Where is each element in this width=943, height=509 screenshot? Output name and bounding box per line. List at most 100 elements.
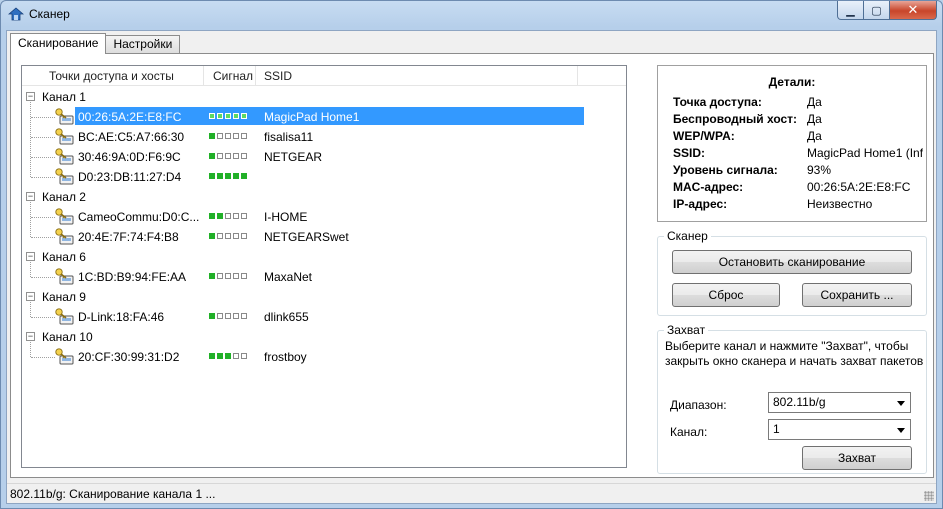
channel-node[interactable]: − Канал 1 — [22, 87, 626, 107]
signal-bar — [233, 273, 239, 279]
channel-select-value: 1 — [773, 422, 780, 436]
tree-connector — [31, 117, 55, 118]
host-mac: D-Link:18:FA:46 — [78, 310, 165, 324]
channel-node[interactable]: − Канал 9 — [22, 287, 626, 307]
channel-label: Канал 2 — [42, 190, 86, 204]
capture-group: Захват Выберите канал и нажмите "Захват"… — [657, 323, 927, 474]
channel-select[interactable]: 1 — [768, 419, 911, 440]
channel-node[interactable]: − Канал 2 — [22, 187, 626, 207]
signal-bar — [233, 113, 239, 119]
host-row[interactable]: D-Link:18:FA:46 dlink655 — [22, 307, 626, 327]
signal-strength — [209, 153, 249, 159]
signal-bar — [217, 273, 223, 279]
signal-bar — [217, 233, 223, 239]
detail-row: IP-адрес: Неизвестно — [673, 197, 923, 214]
signal-bar — [225, 213, 231, 219]
maximize-icon: ▢ — [871, 4, 882, 17]
signal-strength — [209, 133, 249, 139]
signal-bar — [217, 213, 223, 219]
access-point-host-icon — [53, 207, 75, 226]
host-row[interactable]: 00:26:5A:2E:E8:FC MagicPad Home1 — [22, 107, 626, 127]
signal-strength — [209, 213, 249, 219]
host-row[interactable]: 20:4E:7F:74:F4:B8 NETGEARSwet — [22, 227, 626, 247]
signal-bar — [209, 173, 215, 179]
window-controls: ▁ ▢ ✕ — [837, 1, 937, 20]
window-title: Сканер — [29, 7, 70, 21]
capture-button[interactable]: Захват — [802, 446, 912, 470]
host-mac: D0:23:DB:11:27:D4 — [78, 170, 182, 184]
signal-bar — [209, 113, 215, 119]
access-point-host-icon — [53, 147, 75, 166]
minimize-button[interactable]: ▁ — [837, 1, 864, 20]
channel-label: Канал 1 — [42, 90, 86, 104]
scanner-group-title: Сканер — [664, 229, 711, 243]
stop-scan-button[interactable]: Остановить сканирование — [672, 250, 912, 274]
status-bar: 802.11b/g: Сканирование канала 1 ... — [7, 483, 936, 503]
tab-scanning[interactable]: Сканирование — [10, 33, 107, 54]
close-button[interactable]: ✕ — [890, 1, 937, 20]
column-header-hosts[interactable]: Точки доступа и хосты — [22, 66, 204, 86]
collapse-icon[interactable]: − — [26, 192, 35, 201]
scanner-window: Сканер ▁ ▢ ✕ Сканирование Настройки Точк… — [0, 0, 943, 509]
collapse-icon[interactable]: − — [26, 252, 35, 261]
save-button[interactable]: Сохранить ... — [802, 283, 912, 307]
host-ssid: frostboy — [264, 350, 307, 364]
detail-value: Да — [807, 112, 822, 126]
signal-bar — [225, 233, 231, 239]
channel-label: Канал 10 — [42, 330, 93, 344]
signal-bar — [209, 153, 215, 159]
maximize-button[interactable]: ▢ — [864, 1, 890, 20]
host-row[interactable]: CameoCommu:D0:C... I-HOME — [22, 207, 626, 227]
tab-settings[interactable]: Настройки — [105, 35, 181, 54]
host-ssid: I-HOME — [264, 210, 308, 224]
chevron-down-icon — [897, 428, 905, 433]
range-select[interactable]: 802.11b/g — [768, 392, 911, 413]
host-row[interactable]: 1C:BD:B9:94:FE:AA MaxaNet — [22, 267, 626, 287]
channel-node[interactable]: − Канал 6 — [22, 247, 626, 267]
capture-instructions: Выберите канал и нажмите "Захват", чтобы… — [665, 339, 924, 368]
reset-button[interactable]: Сброс — [672, 283, 780, 307]
signal-bar — [241, 173, 247, 179]
tree-connector-vertical — [30, 102, 31, 177]
title-bar[interactable]: Сканер ▁ ▢ ✕ — [1, 1, 942, 28]
detail-row: WEP/WPA: Да — [673, 129, 923, 146]
host-row[interactable]: BC:AE:C5:A7:66:30 fisalisa11 — [22, 127, 626, 147]
column-header-ssid[interactable]: SSID — [256, 66, 578, 86]
signal-bar — [241, 153, 247, 159]
signal-strength — [209, 353, 249, 359]
collapse-icon[interactable]: − — [26, 92, 35, 101]
hosts-tree[interactable]: Точки доступа и хосты Сигнал SSID − Канал… — [21, 65, 627, 468]
signal-bar — [217, 133, 223, 139]
access-point-host-icon — [53, 347, 75, 366]
tree-connector — [31, 177, 55, 178]
tab-strip: Сканирование Настройки — [10, 33, 181, 54]
access-point-host-icon — [53, 307, 75, 326]
resize-grip-icon[interactable] — [924, 491, 934, 501]
channel-label: Канал 9 — [42, 290, 86, 304]
signal-bar — [209, 313, 215, 319]
tree-connector — [31, 137, 55, 138]
range-select-value: 802.11b/g — [773, 395, 826, 409]
collapse-icon[interactable]: − — [26, 292, 35, 301]
signal-bar — [241, 353, 247, 359]
host-ssid: dlink655 — [264, 310, 309, 324]
tree-connector-vertical — [30, 302, 31, 317]
host-row[interactable]: 20:CF:30:99:31:D2 frostboy — [22, 347, 626, 367]
detail-value: 00:26:5A:2E:E8:FC — [807, 180, 911, 194]
signal-bar — [233, 233, 239, 239]
signal-bar — [225, 173, 231, 179]
tree-header: Точки доступа и хосты Сигнал SSID — [22, 66, 626, 86]
close-icon: ✕ — [907, 2, 919, 17]
channel-node[interactable]: − Канал 10 — [22, 327, 626, 347]
collapse-icon[interactable]: − — [26, 332, 35, 341]
scanning-tab-panel: Точки доступа и хосты Сигнал SSID − Канал… — [10, 53, 934, 478]
signal-bar — [209, 133, 215, 139]
access-point-host-icon — [53, 227, 75, 246]
tree-connector — [31, 317, 55, 318]
client-area: Сканирование Настройки Точки доступа и х… — [6, 30, 937, 504]
signal-bar — [209, 233, 215, 239]
column-header-signal[interactable]: Сигнал — [204, 66, 256, 86]
host-row[interactable]: 30:46:9A:0D:F6:9C NETGEAR — [22, 147, 626, 167]
detail-value: Неизвестно — [807, 197, 873, 211]
host-row[interactable]: D0:23:DB:11:27:D4 — [22, 167, 626, 187]
